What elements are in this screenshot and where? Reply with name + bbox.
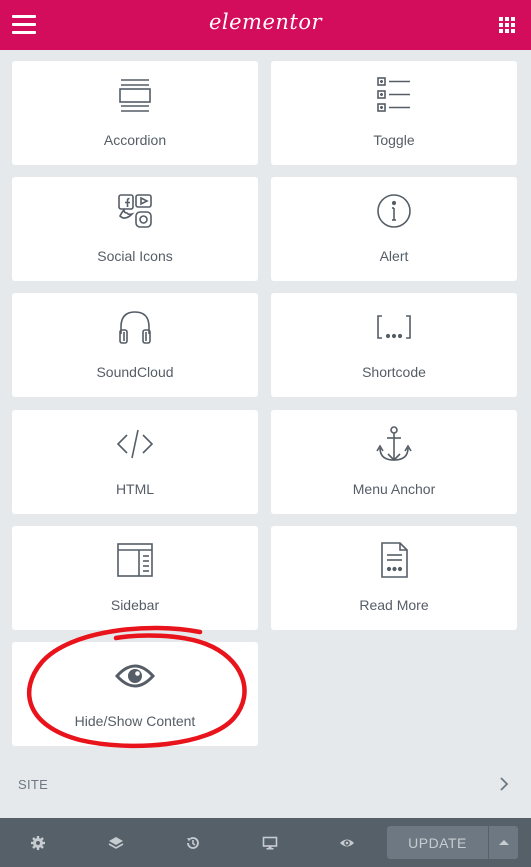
widget-label: Hide/Show Content	[74, 713, 196, 729]
widget-soundcloud[interactable]: SoundCloud	[12, 293, 258, 397]
widget-label: Shortcode	[362, 364, 426, 380]
sidebar-icon	[12, 540, 258, 580]
site-section-toggle[interactable]: SITE	[0, 762, 531, 806]
widget-label: Sidebar	[110, 597, 160, 613]
widget-label: Alert	[379, 248, 409, 264]
caret-up-icon[interactable]	[489, 826, 518, 859]
widget-read-more[interactable]: Read More	[271, 526, 517, 630]
social-icons-icon	[12, 191, 258, 231]
widget-label: Menu Anchor	[352, 481, 436, 497]
widget-menu-anchor[interactable]: Menu Anchor	[271, 410, 517, 514]
widget-toggle[interactable]: Toggle	[271, 61, 517, 165]
layers-icon[interactable]	[96, 818, 136, 867]
headphones-icon	[12, 307, 258, 347]
desktop-icon[interactable]	[250, 818, 290, 867]
panel-header: elementor	[0, 0, 531, 50]
elementor-logo: elementor	[208, 10, 323, 34]
widget-alert[interactable]: Alert	[271, 177, 517, 281]
settings-icon[interactable]	[18, 818, 58, 867]
widget-html[interactable]: HTML	[12, 410, 258, 514]
toggle-icon	[271, 75, 517, 115]
eye-icon	[12, 656, 258, 696]
widget-shortcode[interactable]: Shortcode	[271, 293, 517, 397]
alert-icon	[271, 191, 517, 231]
widget-label: HTML	[115, 481, 155, 497]
code-icon	[12, 424, 258, 464]
shortcode-icon	[271, 307, 517, 347]
document-icon	[271, 540, 517, 580]
widget-label: Accordion	[103, 132, 167, 148]
update-button[interactable]: UPDATE	[387, 826, 488, 859]
widget-label: Toggle	[373, 132, 415, 148]
widget-label: Social Icons	[97, 248, 173, 264]
site-section-label: SITE	[18, 777, 49, 792]
accordion-icon	[12, 75, 258, 115]
preview-icon[interactable]	[327, 818, 367, 867]
widget-label: Read More	[359, 597, 429, 613]
widget-accordion[interactable]: Accordion	[12, 61, 258, 165]
history-icon[interactable]	[173, 818, 213, 867]
anchor-icon	[271, 424, 517, 464]
widget-label: SoundCloud	[96, 364, 174, 380]
chevron-right-icon	[500, 777, 509, 791]
widget-sidebar[interactable]: Sidebar	[12, 526, 258, 630]
widget-social-icons[interactable]: Social Icons	[12, 177, 258, 281]
grid-icon[interactable]	[499, 17, 515, 33]
widget-hide-show-content[interactable]: Hide/Show Content	[12, 642, 258, 746]
panel-footer: UPDATE	[0, 818, 531, 867]
